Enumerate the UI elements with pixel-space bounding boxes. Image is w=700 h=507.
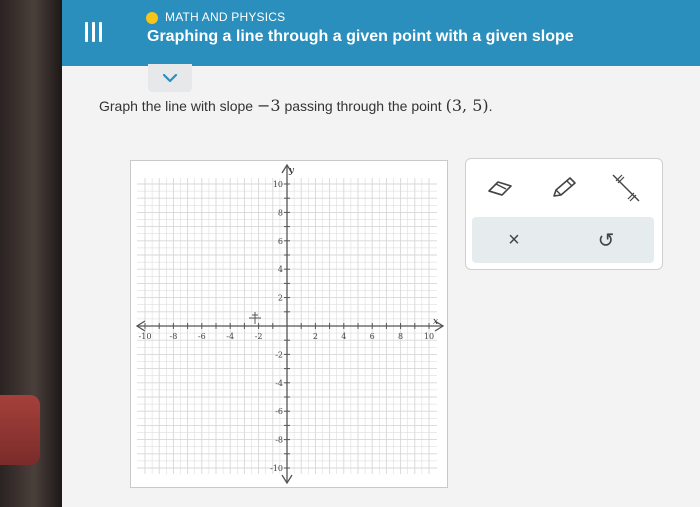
x-tick-label: 8	[398, 332, 403, 341]
y-tick-label: -2	[275, 350, 283, 359]
menu-icon[interactable]	[84, 20, 106, 42]
pencil-tool-button[interactable]	[544, 169, 584, 207]
eraser-icon	[488, 181, 512, 196]
graph-canvas[interactable]: -10 -8 -6 -4 -2 2 4 6 8 10 10 8 6 4 2 -2 -4 -6 -8 -10 x y	[131, 161, 447, 487]
topic-label: MATH AND PHYSICS	[165, 10, 286, 24]
prompt-text-middle: passing through the point	[280, 98, 446, 114]
y-tick-label: -10	[270, 464, 283, 473]
x-tick-label: 4	[341, 332, 346, 341]
cursor-crosshair-icon	[249, 312, 261, 324]
collapse-toggle-button[interactable]	[148, 64, 192, 92]
header-bar: MATH AND PHYSICS Graphing a line through…	[62, 0, 700, 66]
eraser-tool-button[interactable]	[480, 169, 520, 207]
page-title: Graphing a line through a given point wi…	[147, 28, 574, 45]
y-tick-label: 2	[278, 294, 283, 303]
y-tick-label: -4	[275, 379, 283, 388]
x-tick-label: 2	[313, 332, 318, 341]
y-tick-label: 4	[278, 265, 283, 274]
graph-actions-bar: × ↺	[472, 217, 654, 263]
x-tick-label: 6	[370, 332, 375, 341]
prompt-text-before: Graph the line with slope	[99, 98, 257, 114]
question-prompt: Graph the line with slope −3 passing thr…	[99, 96, 493, 115]
chevron-down-icon	[162, 73, 178, 83]
y-tick-label: -6	[275, 407, 283, 416]
topic-status-dot	[146, 12, 158, 24]
slope-value: −3	[256, 96, 281, 115]
close-icon: ×	[508, 228, 520, 251]
prompt-text-after: .	[488, 98, 493, 114]
pencil-icon	[553, 177, 576, 197]
x-tick-label: -8	[170, 332, 178, 341]
y-tick-label: 6	[278, 237, 283, 246]
x-tick-label: -4	[226, 332, 234, 341]
point-value: (3, 5)	[445, 96, 489, 115]
x-tick-label: -6	[198, 332, 206, 341]
x-tick-label: 10	[424, 332, 434, 341]
background-object	[0, 395, 40, 465]
y-tick-label: -8	[275, 436, 283, 445]
y-axis-label: y	[288, 166, 295, 176]
x-tick-label: -2	[255, 332, 263, 341]
y-tick-label: 10	[273, 180, 283, 189]
line-segment-icon	[612, 174, 640, 202]
x-axis-label: x	[433, 317, 438, 327]
clear-button[interactable]: ×	[494, 221, 534, 259]
undo-icon: ↺	[597, 229, 615, 252]
app-screen: MATH AND PHYSICS Graphing a line through…	[62, 0, 700, 507]
line-tool-button[interactable]	[606, 169, 646, 207]
y-tick-label: 8	[278, 208, 283, 217]
x-tick-label: -10	[139, 332, 152, 341]
graph-tool-panel: × ↺	[465, 158, 663, 270]
coordinate-graph[interactable]: -10 -8 -6 -4 -2 2 4 6 8 10 10 8 6 4 2 -2 -4 -6 -8 -10 x y	[130, 160, 448, 488]
undo-button[interactable]: ↺	[586, 221, 626, 259]
